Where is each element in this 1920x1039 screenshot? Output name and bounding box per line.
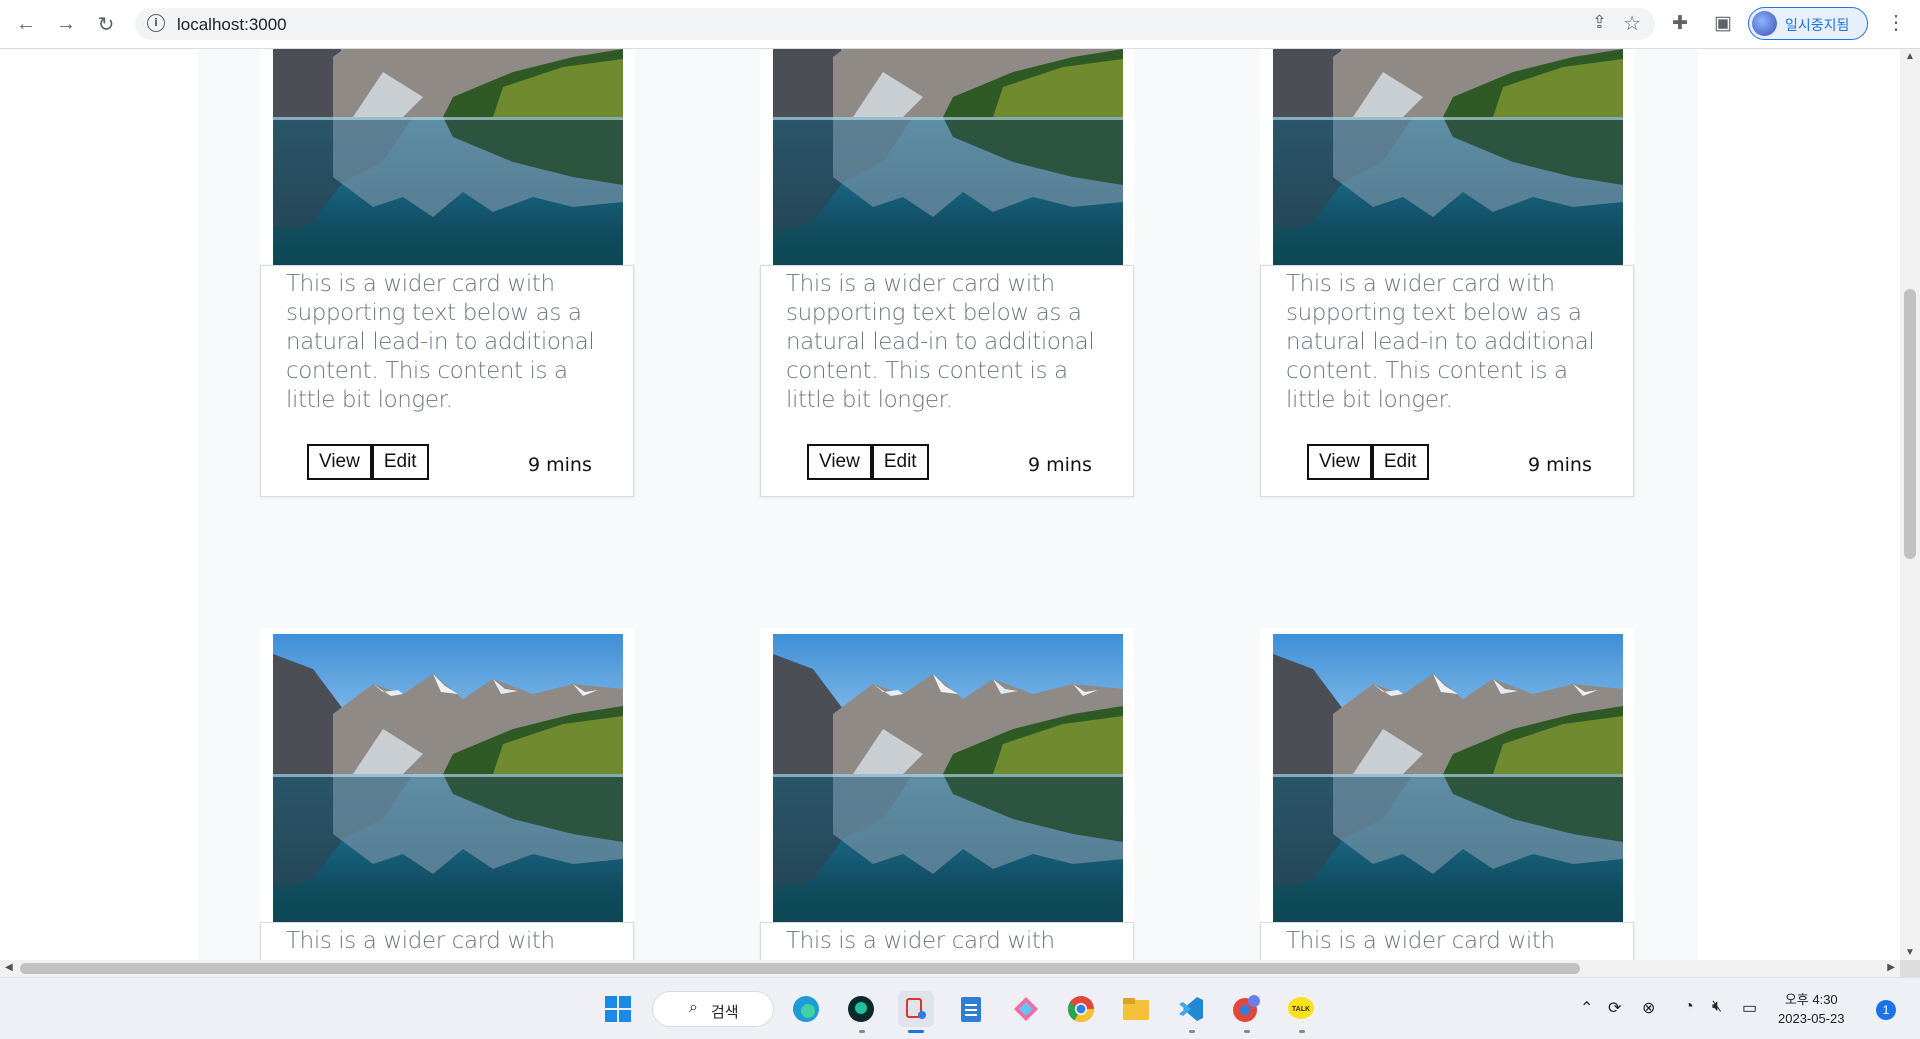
battery-icon[interactable]: ▭ (1742, 998, 1757, 1018)
lake-landscape-image (1273, 634, 1623, 922)
card-image (273, 49, 623, 265)
snipping-tool-icon[interactable] (898, 991, 934, 1027)
card-body: This is a wider card with (760, 922, 1134, 960)
lake-landscape-image (773, 634, 1123, 922)
site-info-icon[interactable]: i (147, 14, 165, 32)
card-time: 9 mins (1028, 454, 1092, 476)
windows-start-icon[interactable] (600, 991, 636, 1027)
edit-button[interactable]: Edit (1371, 444, 1429, 480)
clock-date: 2023-05-23 (1778, 1011, 1845, 1026)
clock-time: 오후 4:30 (1784, 992, 1838, 1007)
card-text: This is a wider card with supporting tex… (786, 271, 1095, 413)
kakaotalk-icon[interactable]: TALK (1283, 991, 1319, 1027)
edit-button[interactable]: Edit (371, 444, 429, 480)
extensions-icon[interactable]: ✚ (1672, 12, 1688, 35)
bookmark-star-icon[interactable]: ☆ (1623, 11, 1641, 36)
profile-label: 일시중지됨 (1785, 17, 1850, 33)
view-button[interactable]: View (1307, 444, 1372, 480)
sync-icon[interactable]: ⟳ (1608, 998, 1621, 1018)
system-clock[interactable]: 오후 4:30 2023-05-23 (1778, 990, 1845, 1028)
vertical-scrollbar[interactable]: ▲ ▼ (1900, 49, 1920, 960)
copilot-icon[interactable] (1008, 991, 1044, 1027)
lake-landscape-image (773, 49, 1123, 265)
lake-landscape-image (273, 634, 623, 922)
chrome-icon[interactable] (1063, 991, 1099, 1027)
card-grid: This is a wider card with supporting tex… (198, 49, 1698, 960)
scroll-down-icon[interactable]: ▼ (1905, 947, 1915, 958)
avatar (1752, 11, 1777, 36)
running-indicator (1189, 1030, 1195, 1033)
svg-text:TALK: TALK (1292, 1006, 1310, 1013)
card-image (773, 49, 1123, 265)
card-body: This is a wider card with supporting tex… (260, 265, 634, 497)
chrome-profile-icon[interactable] (1228, 991, 1264, 1027)
notepad-icon[interactable] (953, 991, 989, 1027)
running-indicator (859, 1030, 865, 1033)
active-indicator (908, 1030, 924, 1033)
profile-button[interactable]: 일시중지됨 (1748, 7, 1868, 40)
view-button[interactable]: View (807, 444, 872, 480)
browser-toolbar: ← → ↻ i localhost:3000 ⇪ ☆ ✚ ▣ 일시중지됨 ⋮ (0, 0, 1920, 49)
edge-icon[interactable] (788, 991, 824, 1027)
side-panel-icon[interactable]: ▣ (1714, 12, 1732, 35)
horizontal-scroll-thumb[interactable] (20, 963, 1580, 974)
page-viewport: This is a wider card with supporting tex… (0, 49, 1900, 960)
reload-icon[interactable]: ↻ (92, 10, 120, 38)
card-image (1273, 49, 1623, 265)
card-body: This is a wider card with supporting tex… (1260, 265, 1634, 497)
close-circle-icon[interactable]: ⊗ (1642, 998, 1655, 1018)
running-indicator (1299, 1030, 1305, 1033)
url-text[interactable]: localhost:3000 (177, 15, 287, 35)
card-time: 9 mins (528, 454, 592, 476)
back-icon[interactable]: ← (12, 10, 40, 38)
forward-icon[interactable]: → (52, 10, 80, 38)
lake-landscape-image (1273, 49, 1623, 265)
card-text: This is a wider card with (1286, 928, 1555, 954)
volume-muted-icon[interactable]: 🔇︎ (1712, 998, 1722, 1016)
scroll-right-icon[interactable]: ▶ (1887, 962, 1895, 973)
card-image (773, 634, 1123, 922)
card-text: This is a wider card with supporting tex… (286, 271, 595, 413)
card-time: 9 mins (1528, 454, 1592, 476)
address-bar[interactable]: i localhost:3000 ⇪ ☆ (135, 8, 1655, 40)
browser-menu-icon[interactable]: ⋮ (1886, 10, 1906, 35)
share-icon[interactable]: ⇪ (1592, 12, 1607, 33)
card-body: This is a wider card with (1260, 922, 1634, 960)
taskbar-search[interactable]: ⌕ 검색 (652, 991, 774, 1027)
lake-landscape-image (273, 49, 623, 265)
running-indicator (1244, 1030, 1250, 1033)
card-body: This is a wider card with supporting tex… (760, 265, 1134, 497)
card-text: This is a wider card with (786, 928, 1055, 954)
notification-badge[interactable]: 1 (1876, 1000, 1896, 1020)
card-button-group: View Edit (807, 444, 929, 480)
horizontal-scrollbar[interactable]: ◀ ▶ (0, 960, 1900, 977)
scroll-left-icon[interactable]: ◀ (5, 962, 13, 973)
wifi-icon[interactable]: ◔ (1684, 998, 1694, 1016)
gitkraken-icon[interactable] (843, 991, 879, 1027)
card-image (1273, 634, 1623, 922)
card-button-group: View Edit (307, 444, 429, 480)
edit-button[interactable]: Edit (871, 444, 929, 480)
card-body: This is a wider card with (260, 922, 634, 960)
vscode-icon[interactable] (1173, 991, 1209, 1027)
vertical-scroll-thumb[interactable] (1904, 289, 1916, 559)
file-explorer-icon[interactable] (1118, 991, 1154, 1027)
scrollbar-corner (1900, 960, 1920, 977)
search-label: 검색 (711, 1004, 739, 1021)
card-button-group: View Edit (1307, 444, 1429, 480)
card-text: This is a wider card with supporting tex… (1286, 271, 1595, 413)
taskbar: ⌕ 검색 TALK ⌃ ⟳ ⊗ ◔ 🔇︎ ▭ 오후 4:30 2023-05-2… (0, 977, 1920, 1039)
card-text: This is a wider card with (286, 928, 555, 954)
card-image (273, 634, 623, 922)
show-hidden-icons-chevron-icon[interactable]: ⌃ (1580, 998, 1593, 1018)
view-button[interactable]: View (307, 444, 372, 480)
search-icon: ⌕ (689, 999, 698, 1016)
scroll-up-icon[interactable]: ▲ (1905, 51, 1915, 62)
